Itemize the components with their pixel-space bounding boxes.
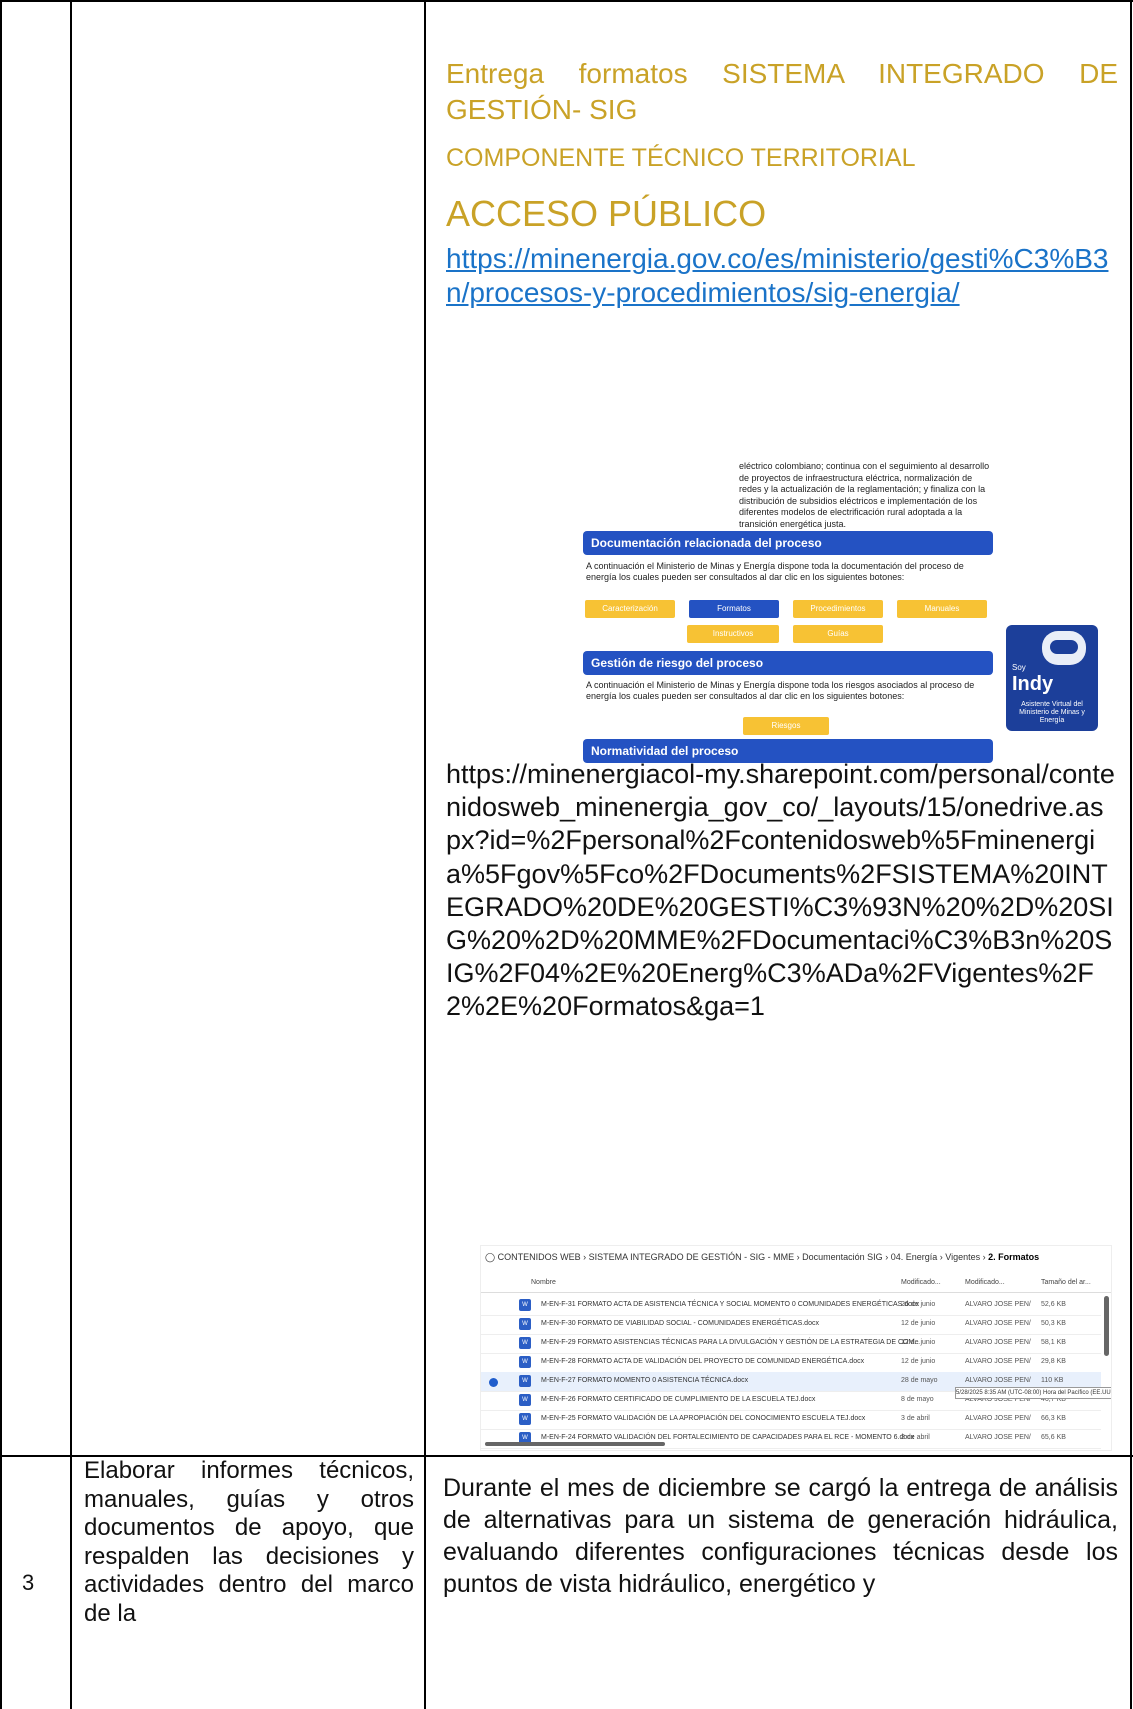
- table-row[interactable]: W M-EN-F-29 FORMATO ASISTENCIAS TÉCNICAS …: [481, 1334, 1101, 1354]
- file-name[interactable]: M-EN-F-31 FORMATO ACTA DE ASISTENCIA TÉC…: [541, 1301, 919, 1308]
- word-doc-icon: W: [519, 1413, 531, 1425]
- file-name[interactable]: M-EN-F-28 FORMATO ACTA DE VALIDACIÓN DEL…: [541, 1358, 864, 1365]
- table-row[interactable]: W M-EN-F-28 FORMATO ACTA DE VALIDACIÓN DE…: [481, 1353, 1101, 1373]
- file-date: 3 de abril: [901, 1434, 930, 1441]
- file-date: 8 de mayo: [901, 1396, 934, 1403]
- intro-text: eléctrico colombiano; continua con el se…: [739, 461, 990, 529]
- access-label: ACCESO PÚBLICO: [446, 193, 767, 234]
- breadcrumb: ◯ CONTENIDOS WEB › SISTEMA INTEGRADO DE …: [485, 1252, 1040, 1262]
- vertical-scrollbar[interactable]: [1104, 1296, 1109, 1356]
- table-right-border: [1130, 0, 1132, 1709]
- table-row[interactable]: W M-EN-F-30 FORMATO DE VIABILIDAD SOCIAL …: [481, 1315, 1101, 1335]
- formatos-button[interactable]: Formatos: [689, 600, 779, 618]
- file-date: 12 de junio: [901, 1320, 936, 1327]
- col-name[interactable]: Nombre: [531, 1279, 556, 1286]
- person-icon: ◯: [485, 1252, 496, 1262]
- col-modified[interactable]: Modificado...: [901, 1279, 941, 1286]
- word-doc-icon: W: [519, 1375, 531, 1387]
- crumb-5[interactable]: 2. Formatos: [988, 1252, 1039, 1262]
- crumb-1[interactable]: SISTEMA INTEGRADO DE GESTIÓN - SIG - MME: [589, 1252, 795, 1262]
- file-size: 52,6 KB: [1041, 1301, 1066, 1308]
- file-name[interactable]: M-EN-F-27 FORMATO MOMENTO 0 ASISTENCIA T…: [541, 1377, 748, 1384]
- result-cell: Durante el mes de diciembre se cargó la …: [443, 1474, 1118, 1598]
- file-name[interactable]: M-EN-F-30 FORMATO DE VIABILIDAD SOCIAL -…: [541, 1320, 819, 1327]
- indy-name: Indy: [1012, 673, 1054, 695]
- file-user: ALVARO JOSE PEN/: [965, 1434, 1031, 1441]
- crumb-3[interactable]: 04. Energía: [891, 1252, 938, 1262]
- table-column-divider-2: [424, 0, 426, 1709]
- word-doc-icon: W: [519, 1318, 531, 1330]
- col-modified-by[interactable]: Modificado...: [965, 1279, 1005, 1286]
- ministry-page-screenshot: eléctrico colombiano; continua con el se…: [528, 457, 1112, 763]
- table-row[interactable]: W M-EN-F-27 FORMATO MOMENTO 0 ASISTENCIA …: [481, 1372, 1111, 1399]
- table-row[interactable]: W M-EN-F-31 FORMATO ACTA DE ASISTENCIA TÉ…: [481, 1296, 1101, 1316]
- file-name[interactable]: M-EN-F-24 FORMATO VALIDACIÓN DEL FORTALE…: [541, 1434, 914, 1441]
- word-doc-icon: W: [519, 1356, 531, 1368]
- section-documentation-bar: Documentación relacionada del proceso: [583, 531, 993, 555]
- word-doc-icon: W: [519, 1299, 531, 1311]
- horizontal-scrollbar[interactable]: [485, 1442, 665, 1446]
- row-number: 3: [22, 1570, 35, 1595]
- crumb-4[interactable]: Vigentes: [945, 1252, 980, 1262]
- file-user: ALVARO JOSE PEN/: [965, 1377, 1031, 1384]
- sig-heading: Entrega formatos SISTEMA INTEGRADO DE GE…: [446, 58, 1118, 125]
- file-user: ALVARO JOSE PEN/: [965, 1339, 1031, 1346]
- word-doc-icon: W: [519, 1394, 531, 1406]
- onedrive-folder-screenshot: ◯ CONTENIDOS WEB › SISTEMA INTEGRADO DE …: [480, 1245, 1112, 1451]
- col-size[interactable]: Tamaño del ar...: [1041, 1279, 1091, 1286]
- activity-cell: Elaborar informes técnicos, manuales, gu…: [84, 1457, 414, 1627]
- file-date: 28 de mayo: [901, 1377, 938, 1384]
- file-date: 12 de junio: [901, 1358, 936, 1365]
- section-documentation-text: A continuación el Ministerio de Minas y …: [586, 561, 964, 582]
- file-user: ALVARO JOSE PEN/: [965, 1358, 1031, 1365]
- manuales-button[interactable]: Manuales: [897, 600, 987, 618]
- file-user: ALVARO JOSE PEN/: [965, 1320, 1031, 1327]
- file-size: 65,6 KB: [1041, 1434, 1066, 1441]
- guias-button[interactable]: Guías: [793, 625, 883, 643]
- file-name[interactable]: M-EN-F-29 FORMATO ASISTENCIAS TÉCNICAS P…: [541, 1339, 920, 1346]
- file-size: 66,3 KB: [1041, 1415, 1066, 1422]
- instructivos-button[interactable]: Instructivos: [687, 625, 779, 643]
- file-user: ALVARO JOSE PEN/: [965, 1415, 1031, 1422]
- table-left-border: [0, 0, 2, 1709]
- check-icon[interactable]: [489, 1378, 498, 1387]
- crumb-2[interactable]: Documentación SIG: [802, 1252, 883, 1262]
- table-top-border: [0, 0, 1133, 2]
- indy-soy: Soy: [1012, 663, 1026, 672]
- file-user: ALVARO JOSE PEN/: [965, 1301, 1031, 1308]
- sharepoint-url: https://minenergiacol-my.sharepoint.com/…: [446, 759, 1115, 1022]
- file-size: 110 KB: [1041, 1377, 1064, 1384]
- file-size: 29,8 KB: [1041, 1358, 1066, 1365]
- file-size: 50,3 KB: [1041, 1320, 1066, 1327]
- procedimientos-button[interactable]: Procedimientos: [793, 600, 883, 618]
- file-date: 12 de junio: [901, 1339, 936, 1346]
- section-risk-bar: Gestión de riesgo del proceso: [583, 651, 993, 675]
- riesgos-button[interactable]: Riesgos: [743, 717, 829, 735]
- robot-icon: [1042, 631, 1086, 665]
- file-name[interactable]: M-EN-F-25 FORMATO VALIDACIÓN DE LA APROP…: [541, 1415, 865, 1422]
- table-column-divider-1: [70, 0, 72, 1709]
- file-date: 26 de junio: [901, 1301, 936, 1308]
- sig-link[interactable]: https://minenergia.gov.co/es/ministerio/…: [446, 242, 1118, 310]
- file-date: 3 de abril: [901, 1415, 930, 1422]
- indy-assistant-badge[interactable]: Soy Indy Asistente Virtual del Ministeri…: [1006, 625, 1098, 731]
- word-doc-icon: W: [519, 1337, 531, 1349]
- caracterizacion-button[interactable]: Caracterización: [585, 600, 675, 618]
- table-row[interactable]: W M-EN-F-24 FORMATO VALIDACIÓN DEL FORTAL…: [481, 1429, 1101, 1449]
- component-label: COMPONENTE TÉCNICO TERRITORIAL: [446, 144, 916, 172]
- file-size: 58,1 KB: [1041, 1339, 1066, 1346]
- date-tooltip: 5/28/2025 8:35 AM (UTC-08:00) Hora del P…: [955, 1387, 1111, 1399]
- content-cell: Entrega formatos SISTEMA INTEGRADO DE GE…: [446, 56, 1118, 310]
- indy-subtitle: Asistente Virtual del Ministerio de Mina…: [1019, 701, 1085, 724]
- list-header: Nombre Modificado... Modificado... Tamañ…: [481, 1274, 1111, 1293]
- table-row[interactable]: W M-EN-F-25 FORMATO VALIDACIÓN DE LA APRO…: [481, 1410, 1101, 1430]
- file-name[interactable]: M-EN-F-26 FORMATO CERTIFICADO DE CUMPLIM…: [541, 1396, 815, 1403]
- section-risk-text: A continuación el Ministerio de Minas y …: [586, 680, 975, 701]
- crumb-0[interactable]: CONTENIDOS WEB: [498, 1252, 581, 1262]
